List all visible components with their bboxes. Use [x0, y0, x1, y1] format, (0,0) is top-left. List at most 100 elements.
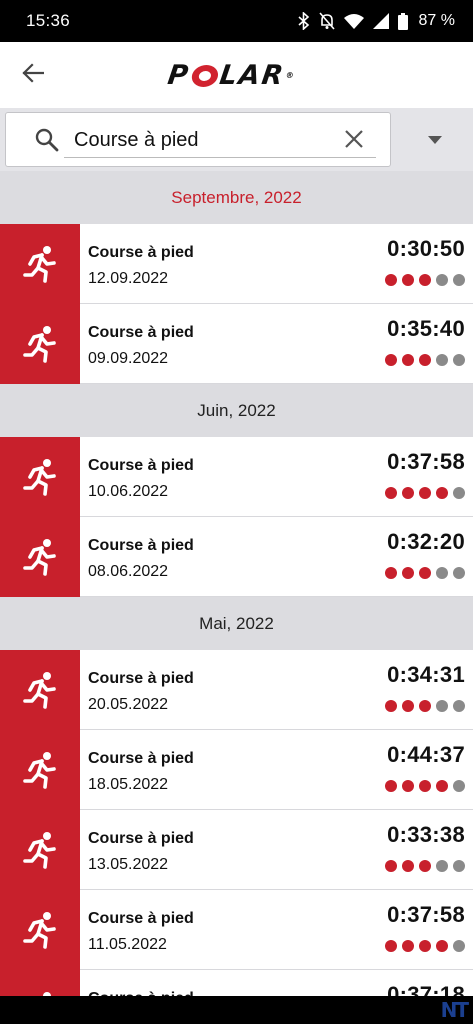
row-right: 0:35:40	[385, 316, 465, 366]
session-duration: 0:35:40	[387, 316, 465, 341]
intensity-dot	[402, 354, 414, 366]
intensity-dot	[436, 940, 448, 952]
system-nav-bar: NT	[0, 996, 473, 1024]
session-duration: 0:37:58	[387, 449, 465, 474]
intensity-dots	[385, 780, 465, 792]
training-row[interactable]: Course à pied 10.06.2022 0:37:58	[0, 437, 473, 517]
intensity-dot	[402, 567, 414, 579]
training-row[interactable]: Course à pied0:37:18	[0, 970, 473, 996]
session-duration: 0:37:18	[387, 982, 465, 996]
intensity-dots	[385, 700, 465, 712]
battery-icon	[397, 12, 408, 30]
close-icon[interactable]	[342, 127, 366, 151]
session-duration: 0:32:20	[387, 529, 465, 554]
intensity-dots	[385, 487, 465, 499]
row-right: 0:37:18	[385, 982, 465, 996]
intensity-dot	[419, 780, 431, 792]
session-duration: 0:44:37	[387, 742, 465, 767]
filter-dropdown-button[interactable]	[396, 112, 473, 167]
intensity-dots	[385, 354, 465, 366]
intensity-dot	[453, 700, 465, 712]
running-icon	[0, 517, 80, 597]
month-header: Septembre, 2022	[0, 171, 473, 224]
intensity-dot	[436, 487, 448, 499]
status-time: 15:36	[26, 11, 71, 30]
intensity-dot	[402, 780, 414, 792]
intensity-dot	[419, 940, 431, 952]
intensity-dot	[402, 940, 414, 952]
intensity-dot	[453, 940, 465, 952]
running-icon	[0, 437, 80, 517]
status-icons: 87 %	[297, 12, 455, 30]
intensity-dot	[385, 940, 397, 952]
intensity-dot	[436, 274, 448, 286]
intensity-dots	[385, 940, 465, 952]
intensity-dot	[385, 700, 397, 712]
intensity-dot	[402, 860, 414, 872]
search-box	[5, 112, 391, 167]
bell-off-icon	[318, 12, 335, 30]
intensity-dot	[436, 780, 448, 792]
intensity-dot	[453, 354, 465, 366]
training-row[interactable]: Course à pied 20.05.2022 0:34:31	[0, 650, 473, 730]
training-row[interactable]: Course à pied 18.05.2022 0:44:37	[0, 730, 473, 810]
training-row[interactable]: Course à pied 11.05.2022 0:37:58	[0, 890, 473, 970]
watermark: NT	[440, 998, 469, 1022]
intensity-dot	[419, 700, 431, 712]
signal-icon	[372, 13, 389, 29]
training-row[interactable]: Course à pied 08.06.2022 0:32:20	[0, 517, 473, 597]
running-icon	[0, 890, 80, 970]
intensity-dot	[436, 567, 448, 579]
training-list[interactable]: Septembre, 2022 Course à pied 12.09.2022 0…	[0, 171, 473, 996]
intensity-dot	[453, 567, 465, 579]
intensity-dot	[419, 487, 431, 499]
app-bar: P LAR ®	[0, 42, 473, 108]
month-header: Mai, 2022	[0, 597, 473, 650]
intensity-dot	[419, 567, 431, 579]
logo-reg: ®	[285, 70, 297, 80]
intensity-dot	[436, 354, 448, 366]
training-row[interactable]: Course à pied 09.09.2022 0:35:40	[0, 304, 473, 384]
bluetooth-icon	[297, 12, 310, 30]
intensity-dot	[402, 487, 414, 499]
intensity-dot	[419, 860, 431, 872]
back-button[interactable]	[14, 56, 52, 94]
month-header: Juin, 2022	[0, 384, 473, 437]
polar-logo: P LAR ®	[165, 59, 297, 91]
intensity-dots	[385, 860, 465, 872]
row-right: 0:37:58	[385, 902, 465, 952]
running-icon	[0, 810, 80, 890]
intensity-dots	[385, 567, 465, 579]
battery-percent: 87 %	[418, 12, 455, 29]
running-icon	[0, 650, 80, 730]
training-row[interactable]: Course à pied 13.05.2022 0:33:38	[0, 810, 473, 890]
logo-text-right: LAR	[217, 59, 287, 91]
search-area	[0, 108, 473, 171]
wifi-icon	[343, 13, 364, 29]
row-right: 0:37:58	[385, 449, 465, 499]
logo-text-left: P	[165, 59, 192, 91]
intensity-dot	[453, 860, 465, 872]
intensity-dot	[402, 274, 414, 286]
intensity-dot	[385, 567, 397, 579]
intensity-dot	[385, 354, 397, 366]
running-icon	[0, 970, 80, 996]
search-input[interactable]	[74, 123, 324, 157]
arrow-left-icon	[22, 62, 45, 88]
row-right: 0:32:20	[385, 529, 465, 579]
intensity-dot	[453, 274, 465, 286]
training-row[interactable]: Course à pied 12.09.2022 0:30:50	[0, 224, 473, 304]
intensity-dot	[419, 354, 431, 366]
search-icon	[34, 127, 60, 153]
running-icon	[0, 224, 80, 304]
intensity-dot	[385, 274, 397, 286]
intensity-dot	[385, 487, 397, 499]
intensity-dot	[402, 700, 414, 712]
intensity-dot	[453, 487, 465, 499]
row-right: 0:30:50	[385, 236, 465, 286]
intensity-dot	[436, 700, 448, 712]
intensity-dot	[385, 780, 397, 792]
intensity-dot	[385, 860, 397, 872]
running-icon	[0, 730, 80, 810]
status-bar: 15:36 87 %	[0, 0, 473, 42]
